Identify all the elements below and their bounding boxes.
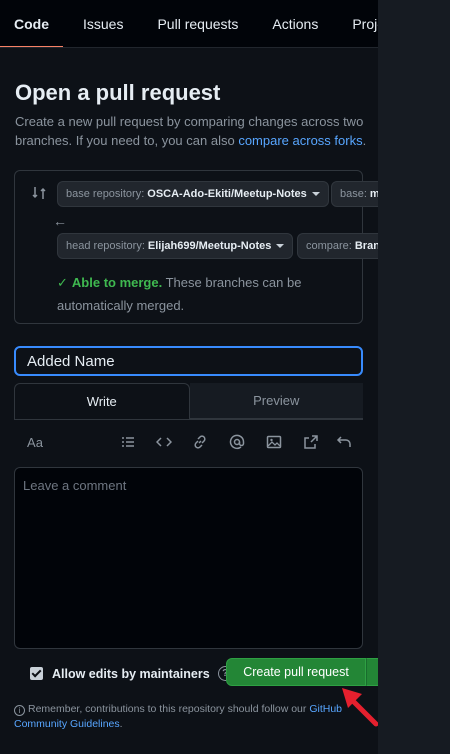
tab-issues[interactable]: Issues (83, 0, 123, 47)
base-repository-label: base repository: (66, 188, 145, 200)
description-end: . (362, 133, 367, 148)
mention-icon[interactable] (228, 433, 246, 451)
tab-write[interactable]: Write (14, 383, 190, 419)
code-icon[interactable] (155, 433, 173, 451)
cross-reference-icon[interactable] (302, 433, 320, 451)
tab-projects[interactable]: Projects (352, 0, 378, 47)
tab-pull-requests[interactable]: Pull requests (157, 0, 238, 47)
chevron-down-icon (276, 244, 285, 248)
comment-textarea[interactable]: Leave a comment (14, 467, 363, 649)
right-margin-strip (378, 0, 450, 754)
compare-box: base repository: OSCA-Ado-Ekiti/Meetup-N… (14, 170, 449, 324)
tab-code[interactable]: Code (0, 0, 63, 47)
allow-edits-label[interactable]: Allow edits by maintainers (52, 667, 210, 681)
compare-arrows-icon (32, 187, 46, 199)
base-repository-select[interactable]: base repository: OSCA-Ado-Ekiti/Meetup-N… (57, 181, 329, 207)
head-repository-label: head repository: (66, 240, 145, 252)
compare-branch-label: compare: (306, 240, 352, 252)
tab-actions[interactable]: Actions (272, 0, 318, 47)
merge-status-label: Able to merge. (71, 275, 163, 290)
head-repository-value: Elijah699/Meetup-Notes (147, 240, 272, 252)
compare-across-forks-link[interactable]: compare across forks (238, 133, 362, 148)
markdown-toolbar: Aa (14, 430, 363, 456)
comment-placeholder: Leave a comment (23, 478, 127, 493)
merge-status: ✓ Able to merge. These branches can be au… (57, 271, 357, 317)
editor-tabs: Write Preview (14, 383, 363, 420)
allow-edits-row: Allow edits by maintainers ? (30, 666, 233, 681)
info-icon: i (14, 705, 25, 716)
heading-icon[interactable]: Aa (24, 433, 46, 451)
chevron-down-icon (311, 192, 320, 196)
note-end: . (119, 718, 123, 730)
allow-edits-checkbox[interactable] (30, 667, 43, 680)
head-repository-select[interactable]: head repository: Elijah699/Meetup-Notes (57, 233, 294, 259)
tab-preview[interactable]: Preview (189, 383, 363, 419)
page-title: Open a pull request (15, 80, 221, 105)
base-repository-value: OSCA-Ado-Ekiti/Meetup-Notes (147, 188, 307, 200)
page-description: Create a new pull request by comparing c… (15, 112, 370, 150)
check-icon: ✓ (57, 275, 68, 290)
pr-title-input[interactable]: Added Name (14, 346, 363, 376)
contribution-note: i Remember, contributions to this reposit… (14, 702, 344, 732)
create-pull-request-button[interactable]: Create pull request (226, 658, 366, 686)
list-icon[interactable] (119, 433, 137, 451)
arrow-left-icon: ← (53, 213, 67, 229)
image-icon[interactable] (265, 433, 283, 451)
page: Code Issues Pull requests Actions Projec… (0, 0, 449, 754)
base-branch-label: base: (340, 188, 367, 200)
link-icon[interactable] (191, 433, 209, 451)
undo-icon[interactable] (335, 433, 353, 451)
repo-nav: Code Issues Pull requests Actions Projec… (0, 0, 378, 48)
note-text: Remember, contributions to this reposito… (28, 703, 307, 715)
